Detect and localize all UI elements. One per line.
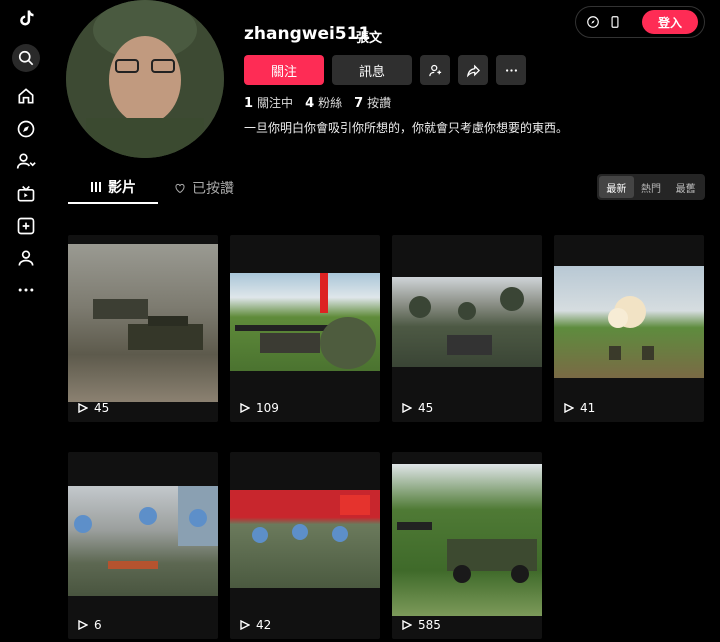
- tab-videos-label: 影片: [108, 180, 136, 196]
- video-thumbnail: [392, 277, 542, 367]
- share-arrow-icon: [466, 64, 480, 77]
- grid-lines-icon: [91, 182, 101, 192]
- video-views: 42: [240, 618, 271, 632]
- login-button[interactable]: 登入: [642, 10, 698, 34]
- video-thumbnail: [68, 486, 218, 596]
- view-count: 41: [580, 401, 596, 415]
- video-card[interactable]: 109: [230, 235, 380, 422]
- add-friend-button[interactable]: [420, 55, 450, 85]
- video-views: 585: [402, 618, 441, 632]
- view-count: 585: [418, 618, 441, 632]
- message-button[interactable]: 訊息: [332, 55, 412, 85]
- video-thumbnail: [230, 490, 380, 588]
- profile-stats: 1 關注中 4 粉絲 7 按讚: [244, 94, 391, 111]
- video-card[interactable]: 585: [392, 452, 542, 639]
- tab-liked-label: 已按讚: [192, 181, 234, 197]
- left-sidebar: [0, 0, 52, 642]
- explore-compass-icon[interactable]: [12, 115, 40, 143]
- tiktok-logo-icon[interactable]: [12, 4, 40, 32]
- bio: 一旦你明白你會吸引你所想的，你就會只考慮你想要的東西。: [244, 121, 569, 135]
- home-icon[interactable]: [12, 82, 40, 110]
- mobile-phone-icon[interactable]: [604, 11, 626, 33]
- view-count: 45: [418, 401, 434, 415]
- view-count: 109: [256, 401, 279, 415]
- following-icon[interactable]: [12, 147, 40, 175]
- sort-oldest-button[interactable]: 最舊: [668, 176, 703, 198]
- video-card[interactable]: 45: [68, 235, 218, 422]
- tab-videos[interactable]: 影片: [68, 172, 158, 204]
- likes-count: 7: [354, 96, 364, 111]
- video-card[interactable]: 41: [554, 235, 704, 422]
- search-icon[interactable]: [12, 44, 40, 72]
- share-button[interactable]: [458, 55, 488, 85]
- play-icon: [402, 403, 412, 413]
- upload-plus-icon[interactable]: [12, 212, 40, 240]
- sort-latest-button[interactable]: 最新: [599, 176, 634, 198]
- video-thumbnail: [230, 273, 380, 371]
- view-count: 42: [256, 618, 272, 632]
- sort-toggle: 最新 熱門 最舊: [597, 174, 705, 200]
- compass-icon[interactable]: [582, 11, 604, 33]
- profile-icon[interactable]: [12, 244, 40, 272]
- video-card[interactable]: 45: [392, 235, 542, 422]
- heart-lock-icon: [175, 184, 185, 194]
- username: zhangwei511: [244, 24, 371, 44]
- more-dots-icon[interactable]: [12, 276, 40, 304]
- followers-label: 粉絲: [318, 96, 343, 110]
- live-tv-icon[interactable]: [12, 180, 40, 208]
- play-icon: [240, 403, 250, 413]
- play-icon: [78, 620, 88, 630]
- video-card[interactable]: 6: [68, 452, 218, 639]
- video-views: 109: [240, 401, 279, 415]
- video-views: 45: [402, 401, 433, 415]
- tab-liked[interactable]: 已按讚: [174, 172, 234, 204]
- view-count: 45: [94, 401, 110, 415]
- likes-stat: 7 按讚: [354, 94, 391, 111]
- more-options-button[interactable]: [496, 55, 526, 85]
- likes-label: 按讚: [367, 96, 392, 110]
- play-icon: [78, 403, 88, 413]
- following-stat[interactable]: 1 關注中: [244, 94, 293, 111]
- following-label: 關注中: [257, 96, 294, 110]
- followers-count: 4: [305, 96, 315, 111]
- following-count: 1: [244, 96, 254, 111]
- more-dots-icon: [505, 68, 517, 72]
- follow-button[interactable]: 關注: [244, 55, 324, 85]
- followers-stat[interactable]: 4 粉絲: [305, 94, 342, 111]
- play-icon: [402, 620, 412, 630]
- avatar: [66, 0, 224, 158]
- video-views: 6: [78, 618, 102, 632]
- video-thumbnail: [68, 244, 218, 402]
- video-views: 41: [564, 401, 595, 415]
- video-thumbnail: [392, 464, 542, 616]
- video-thumbnail: [554, 266, 704, 378]
- add-friend-icon: [428, 64, 441, 76]
- video-card[interactable]: 42: [230, 452, 380, 639]
- view-count: 6: [94, 618, 102, 632]
- top-actions-bar: 登入: [575, 6, 705, 38]
- sort-popular-button[interactable]: 熱門: [634, 176, 669, 198]
- play-icon: [564, 403, 574, 413]
- nickname: 張文: [356, 31, 383, 46]
- video-views: 45: [78, 401, 109, 415]
- play-icon: [240, 620, 250, 630]
